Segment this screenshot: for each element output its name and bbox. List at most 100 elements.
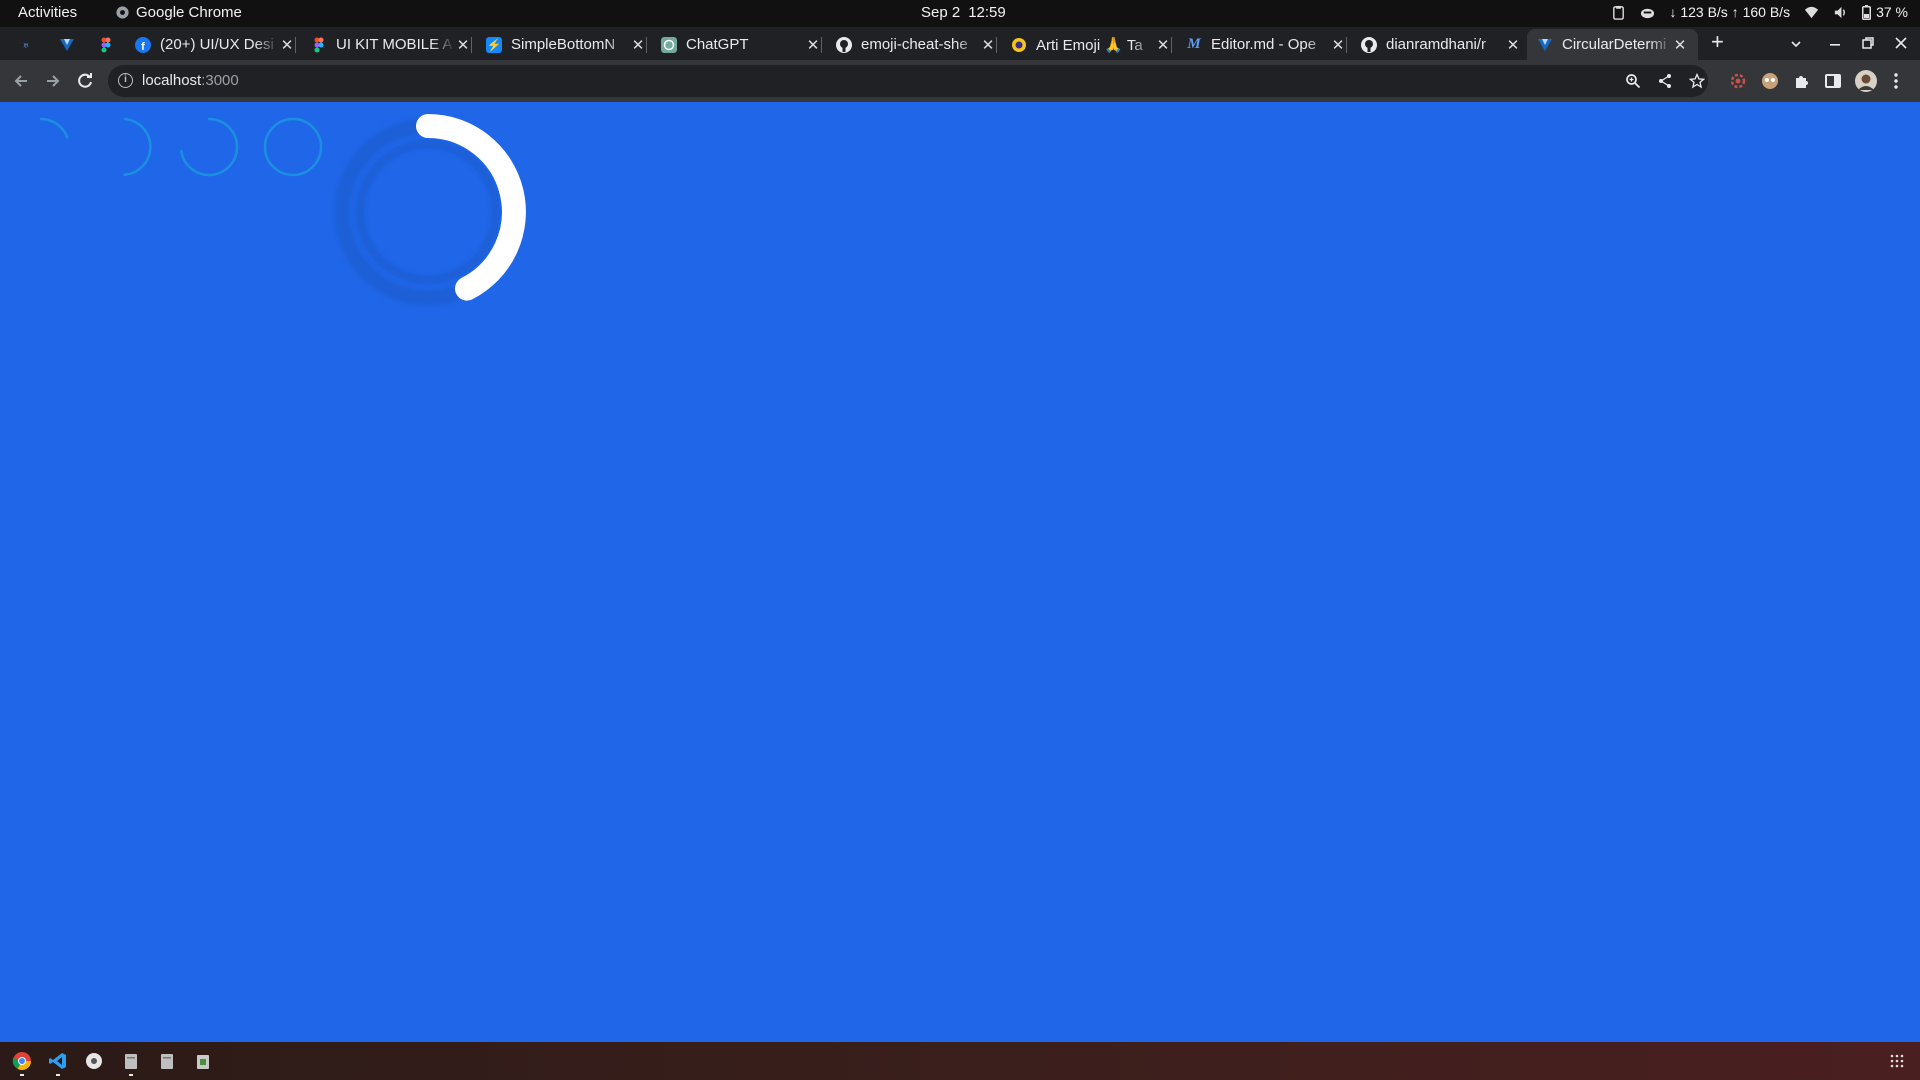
- system-top-bar: Activities Google Chrome Sep 2 12:59 ↓ 1…: [0, 0, 1920, 27]
- network-up: ↑ 160 B/s: [1731, 4, 1791, 20]
- tab-title: emoji-cheat-she: [861, 36, 968, 53]
- taskbar-dock: [0, 1042, 1920, 1080]
- tab-active[interactable]: CircularDetermi ✕: [1527, 29, 1698, 60]
- tab-title: CircularDetermi: [1562, 36, 1667, 53]
- app-icon: ♅: [21, 37, 31, 52]
- app-menu-label: Google Chrome: [136, 4, 242, 21]
- tab-divider: [1346, 37, 1347, 53]
- tab-title: dianramdhani/r: [1386, 36, 1487, 53]
- tab[interactable]: emoji-cheat-she ✕: [836, 29, 997, 60]
- url-host: localhost: [142, 72, 202, 89]
- zoom-icon[interactable]: [1625, 73, 1641, 89]
- profile-avatar[interactable]: [1855, 70, 1877, 92]
- small-progress-circles: [39, 117, 323, 177]
- network-speed: ↓ 123 B/s ↑ 160 B/s: [1669, 4, 1790, 20]
- volume-icon[interactable]: [1833, 5, 1848, 20]
- running-indicator: [20, 1074, 24, 1076]
- files-icon[interactable]: [121, 1051, 141, 1071]
- stackblitz-icon: ⚡: [486, 36, 502, 53]
- browser-toolbar: i localhost:3000: [0, 60, 1920, 102]
- progress-inner-shadow: [357, 141, 499, 283]
- battery[interactable]: 37 %: [1862, 4, 1908, 20]
- trash-icon[interactable]: [193, 1051, 213, 1071]
- app-grid-icon[interactable]: [1890, 1054, 1904, 1068]
- forward-icon[interactable]: [42, 70, 64, 92]
- info-icon[interactable]: i: [118, 73, 133, 88]
- address-bar[interactable]: i localhost:3000: [108, 65, 1708, 97]
- new-tab-button[interactable]: +: [1711, 31, 1724, 53]
- progress-circle-small-4: [263, 117, 323, 177]
- progress-canvas: [39, 114, 526, 304]
- close-tab-icon[interactable]: ✕: [279, 36, 295, 54]
- tab-strip: ♅ f (20+) UI/UX Desi ✕ UI KIT MOBILE A ✕…: [0, 27, 1920, 60]
- tab-divider: [646, 37, 647, 53]
- vuetify-icon: [60, 38, 74, 51]
- github-icon: [1361, 36, 1377, 53]
- close-tab-icon[interactable]: ✕: [630, 36, 646, 54]
- close-tab-icon[interactable]: ✕: [1505, 36, 1521, 54]
- tab-title: Editor.md - Ope: [1211, 36, 1317, 53]
- close-tab-icon[interactable]: ✕: [805, 36, 821, 54]
- app-menu[interactable]: Google Chrome: [116, 4, 242, 21]
- emoji-site-icon: [1012, 37, 1026, 52]
- clock[interactable]: Sep 2 12:59: [921, 4, 1006, 21]
- files-icon[interactable]: [157, 1051, 177, 1071]
- tab-pinned-figma[interactable]: [92, 29, 120, 60]
- reload-icon[interactable]: [74, 70, 96, 92]
- battery-icon: [1862, 4, 1872, 20]
- menu-kebab-icon[interactable]: [1890, 72, 1902, 90]
- tab[interactable]: UI KIT MOBILE A ✕: [311, 29, 472, 60]
- close-tab-icon[interactable]: ✕: [455, 36, 471, 54]
- tab-pinned-app[interactable]: ♅: [12, 29, 40, 60]
- tab[interactable]: Arti Emoji 🙏 Ta ✕: [1011, 29, 1172, 60]
- facebook-icon: f: [135, 36, 151, 53]
- close-tab-icon[interactable]: ✕: [1672, 36, 1688, 54]
- disc-icon[interactable]: [84, 1051, 104, 1071]
- network-down: ↓ 123 B/s: [1669, 4, 1728, 20]
- restore-icon[interactable]: [1862, 37, 1874, 49]
- side-panel-icon[interactable]: [1824, 72, 1842, 90]
- minimize-icon[interactable]: [1829, 37, 1841, 49]
- system-tray[interactable]: ↓ 123 B/s ↑ 160 B/s 37 %: [1611, 4, 1908, 20]
- close-tab-icon[interactable]: ✕: [980, 36, 996, 54]
- extensions-puzzle-icon[interactable]: [1793, 72, 1811, 90]
- share-icon[interactable]: [1657, 73, 1673, 89]
- url-text[interactable]: localhost:3000: [142, 72, 239, 89]
- page-viewport: [0, 102, 1920, 1042]
- running-indicator: [129, 1074, 133, 1076]
- wifi-icon[interactable]: [1804, 5, 1819, 20]
- tab-pinned-vuetify[interactable]: [53, 29, 81, 60]
- close-window-icon[interactable]: [1895, 37, 1907, 49]
- chrome-icon[interactable]: [12, 1051, 32, 1071]
- editor-md-icon: M: [1187, 36, 1201, 52]
- running-indicator: [56, 1074, 60, 1076]
- tab[interactable]: f (20+) UI/UX Desi ✕: [135, 29, 296, 60]
- tab[interactable]: dianramdhani/r ✕: [1361, 29, 1521, 60]
- tab[interactable]: M Editor.md - Ope ✕: [1186, 29, 1347, 60]
- tab-search-icon[interactable]: [1790, 38, 1802, 50]
- svg-text:f: f: [141, 41, 145, 53]
- close-tab-icon[interactable]: ✕: [1155, 36, 1171, 54]
- tab-title: Arti Emoji 🙏 Ta: [1036, 36, 1143, 54]
- chrome-icon: [116, 6, 129, 19]
- figma-icon: [314, 37, 324, 52]
- tab-divider: [1171, 37, 1172, 53]
- progress-circle-small-2: [123, 117, 152, 177]
- tab-divider: [821, 37, 822, 53]
- extension-gear-icon[interactable]: [1729, 72, 1747, 90]
- back-icon[interactable]: [10, 70, 32, 92]
- tab-divider: [471, 37, 472, 53]
- large-progress-circle: [336, 114, 526, 304]
- close-tab-icon[interactable]: ✕: [1330, 36, 1346, 54]
- tab-divider: [996, 37, 997, 53]
- extension-face-icon[interactable]: [1761, 72, 1779, 90]
- coffee-icon[interactable]: [1640, 5, 1655, 20]
- bookmark-star-icon[interactable]: [1689, 73, 1705, 89]
- clipboard-icon[interactable]: [1611, 5, 1626, 20]
- tab[interactable]: ⚡ SimpleBottomN ✕: [486, 29, 647, 60]
- activities-button[interactable]: Activities: [18, 4, 77, 21]
- vscode-icon[interactable]: [48, 1051, 68, 1071]
- tab[interactable]: ChatGPT ✕: [661, 29, 822, 60]
- tab-title: UI KIT MOBILE A: [336, 36, 453, 53]
- chatgpt-icon: [661, 36, 677, 53]
